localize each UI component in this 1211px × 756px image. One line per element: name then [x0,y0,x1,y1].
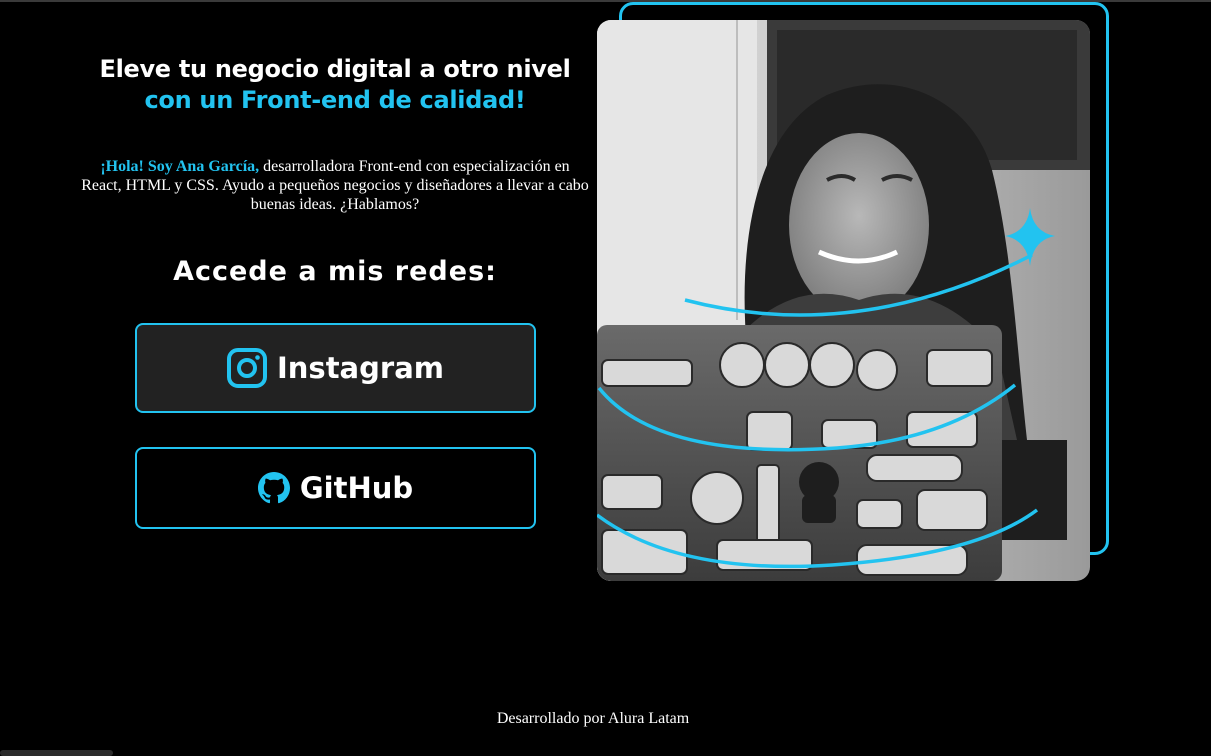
hero-title-line2: con un Front-end de calidad! [144,86,526,114]
instagram-icon [227,348,267,388]
footer-text: Desarrollado por Alura Latam [496,710,690,727]
intro-greeting: ¡Hola! Soy Ana García, [100,158,260,175]
intro-paragraph: ¡Hola! Soy Ana García, desarrolladora Fr… [80,157,590,214]
github-button[interactable]: GitHub [135,447,536,529]
github-label: GitHub [299,471,414,505]
hero-title-line1: Eleve tu negocio digital a otro nivel [99,55,571,83]
scrollbar-stub[interactable] [0,750,113,756]
profile-photo [597,20,1090,581]
instagram-label: Instagram [277,351,444,385]
footer: Desarrollado por Alura Latam [0,710,1186,728]
github-icon [257,472,290,504]
social-heading: Accede a mis redes: [173,256,497,287]
instagram-button[interactable]: Instagram [135,323,536,413]
hero-title: Eleve tu negocio digital a otro nivel co… [80,54,590,116]
